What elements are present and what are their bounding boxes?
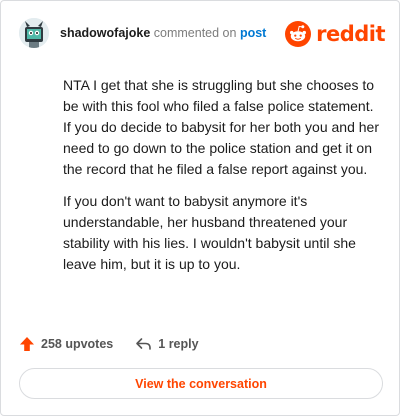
comment-body: NTA I get that she is struggling but she…: [63, 75, 381, 286]
reply-count[interactable]: 1 reply: [135, 336, 199, 352]
comment-paragraph: If you don't want to babysit anymore it'…: [63, 193, 356, 272]
comment-paragraph: NTA I get that she is struggling but she…: [63, 77, 379, 177]
comment-header: shadowofajoke commented on post reddit: [19, 18, 385, 50]
username-link[interactable]: shadowofajoke: [60, 26, 150, 40]
comment-meta: shadowofajoke commented on post: [60, 26, 266, 41]
view-conversation-button[interactable]: View the conversation: [19, 368, 383, 399]
reddit-logo[interactable]: reddit: [285, 20, 385, 48]
reply-label: 1 reply: [158, 337, 199, 351]
upvote-count[interactable]: 258 upvotes: [19, 336, 113, 352]
embedded-comment-card: shadowofajoke commented on post reddit N…: [0, 0, 400, 416]
reddit-wordmark: reddit: [316, 22, 385, 46]
upvote-arrow-icon: [20, 337, 34, 351]
comment-actions: 258 upvotes 1 reply: [19, 335, 199, 353]
user-avatar[interactable]: [19, 18, 49, 48]
post-link[interactable]: post: [240, 26, 266, 40]
avatar-image-icon: [19, 18, 49, 48]
action-text: commented on: [153, 26, 237, 40]
reply-arrow-icon: [136, 338, 152, 350]
upvote-label: 258 upvotes: [41, 337, 114, 351]
reddit-snoo-icon: [285, 21, 312, 47]
